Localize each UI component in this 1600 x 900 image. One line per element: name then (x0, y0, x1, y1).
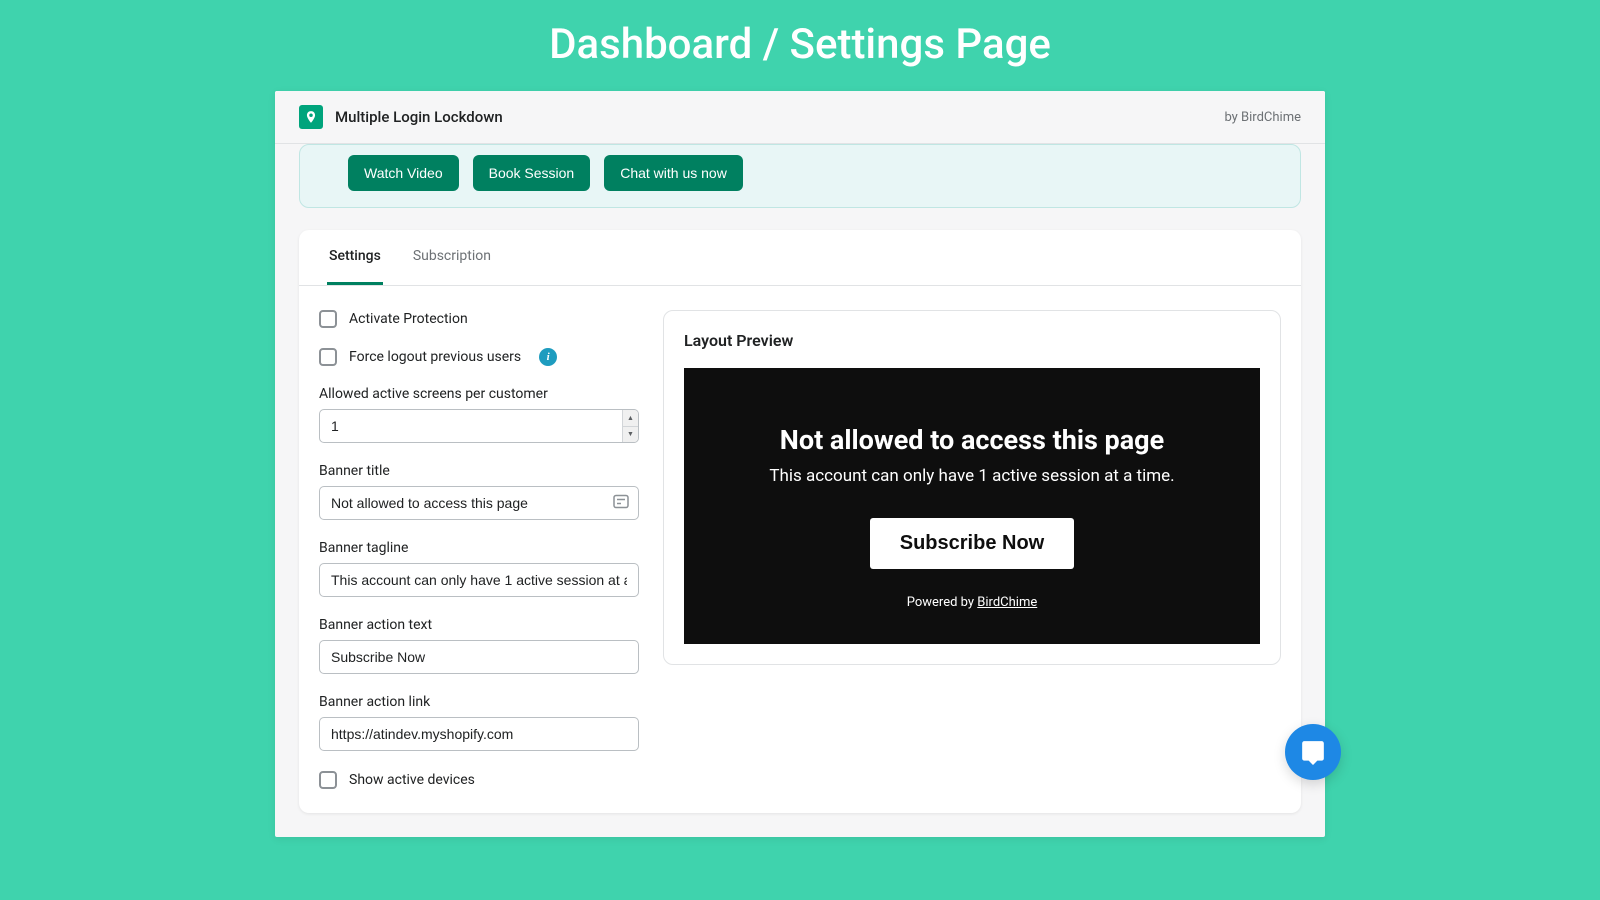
app-header-left: Multiple Login Lockdown (299, 105, 503, 129)
powered-by-prefix: Powered by (907, 595, 978, 610)
banner-action-text-field: Banner action text (319, 617, 639, 674)
app-window: Multiple Login Lockdown by BirdChime Wat… (275, 91, 1325, 837)
banner-title-label: Banner title (319, 463, 639, 479)
activate-protection-label: Activate Protection (349, 311, 468, 327)
banner-action-text-input[interactable] (319, 640, 639, 674)
help-banner: Watch Video Book Session Chat with us no… (299, 144, 1301, 208)
show-devices-row: Show active devices (319, 771, 639, 789)
banner-title-field: Banner title (319, 463, 639, 520)
preview-banner-tagline: This account can only have 1 active sess… (712, 466, 1232, 486)
banner-tagline-input[interactable] (319, 563, 639, 597)
watch-video-button[interactable]: Watch Video (348, 155, 459, 191)
allowed-screens-wrap: ▲ ▼ (319, 409, 639, 443)
banner-action-link-label: Banner action link (319, 694, 639, 710)
allowed-screens-input[interactable] (319, 409, 639, 443)
tab-subscription[interactable]: Subscription (411, 230, 493, 285)
activate-protection-row: Activate Protection (319, 310, 639, 328)
info-icon[interactable]: i (539, 348, 557, 366)
banner-tagline-label: Banner tagline (319, 540, 639, 556)
force-logout-label: Force logout previous users (349, 349, 521, 365)
show-devices-label: Show active devices (349, 772, 475, 788)
banner-action-link-field: Banner action link (319, 694, 639, 751)
banner-title-input[interactable] (319, 486, 639, 520)
preview-heading: Layout Preview (684, 331, 1260, 350)
app-header: Multiple Login Lockdown by BirdChime (275, 91, 1325, 144)
banner-action-text-label: Banner action text (319, 617, 639, 633)
force-logout-row: Force logout previous users i (319, 348, 639, 366)
allowed-screens-field: Allowed active screens per customer ▲ ▼ (319, 386, 639, 443)
banner-tagline-field: Banner tagline (319, 540, 639, 597)
force-logout-checkbox[interactable] (319, 348, 337, 366)
settings-column: Activate Protection Force logout previou… (319, 310, 639, 789)
page-title: Dashboard / Settings Page (0, 0, 1600, 91)
preview-footer: Powered by BirdChime (712, 595, 1232, 610)
preview-column: Layout Preview Not allowed to access thi… (663, 310, 1281, 789)
book-session-button[interactable]: Book Session (473, 155, 591, 191)
chat-icon (1300, 739, 1326, 765)
show-devices-checkbox[interactable] (319, 771, 337, 789)
app-title: Multiple Login Lockdown (335, 108, 503, 126)
preview-card: Layout Preview Not allowed to access thi… (663, 310, 1281, 665)
number-spinner: ▲ ▼ (622, 410, 638, 442)
by-text: by BirdChime (1224, 110, 1301, 125)
card-text-icon (613, 494, 629, 513)
tabs: Settings Subscription (299, 230, 1301, 286)
content-area: Watch Video Book Session Chat with us no… (275, 144, 1325, 837)
banner-title-wrap (319, 486, 639, 520)
tab-settings[interactable]: Settings (327, 230, 383, 285)
main-card: Settings Subscription Activate Protectio… (299, 230, 1301, 813)
app-logo-icon (299, 105, 323, 129)
allowed-screens-label: Allowed active screens per customer (319, 386, 639, 402)
chat-now-button[interactable]: Chat with us now (604, 155, 743, 191)
banner-action-link-input[interactable] (319, 717, 639, 751)
settings-panel: Activate Protection Force logout previou… (299, 286, 1301, 813)
preview-subscribe-button[interactable]: Subscribe Now (870, 518, 1074, 569)
spin-up-icon[interactable]: ▲ (623, 410, 638, 427)
preview-banner-title: Not allowed to access this page (712, 424, 1232, 456)
powered-by-link[interactable]: BirdChime (977, 595, 1037, 610)
preview-banner: Not allowed to access this page This acc… (684, 368, 1260, 644)
spin-down-icon[interactable]: ▼ (623, 427, 638, 443)
activate-protection-checkbox[interactable] (319, 310, 337, 328)
chat-fab-button[interactable] (1285, 724, 1341, 780)
